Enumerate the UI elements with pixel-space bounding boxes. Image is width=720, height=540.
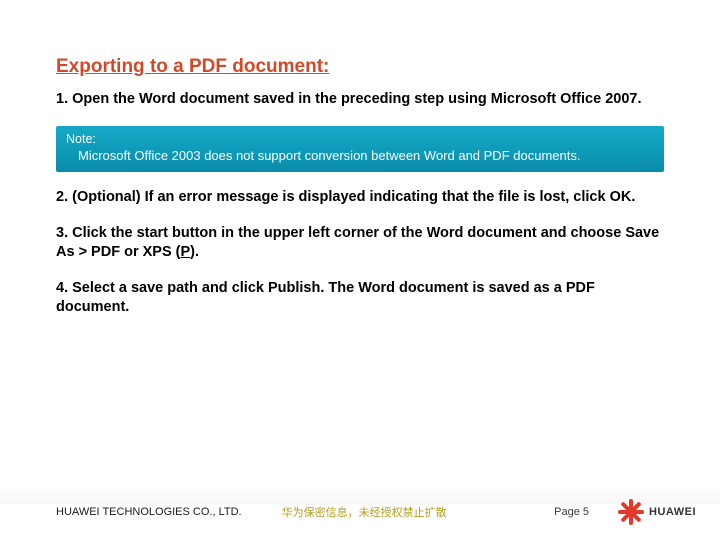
note-label: Note: — [66, 131, 654, 148]
step-1: 1. Open the Word document saved in the p… — [56, 90, 664, 110]
footer-page: Page 5 — [554, 506, 589, 518]
step-2-post: . — [631, 189, 635, 205]
note-box: Note: Microsoft Office 2003 does not sup… — [56, 126, 664, 172]
step-3-post: . — [195, 244, 199, 260]
huawei-icon — [617, 498, 645, 526]
step-4-text: 4. Select a save path and click — [56, 280, 268, 296]
step-2-ok: OK — [610, 189, 632, 205]
slide-title: Exporting to a PDF document: — [56, 56, 664, 78]
step-3-text: 3. Click the start button in the upper l… — [56, 225, 625, 241]
step-4-publish: Publish — [268, 280, 320, 296]
note-body: Microsoft Office 2003 does not support c… — [66, 147, 654, 165]
footer-confidential: 华为保密信息，未经授权禁止扩散 — [282, 504, 447, 520]
slide-footer: HUAWEI TECHNOLOGIES CO., LTD. 华为保密信息，未经授… — [0, 484, 720, 540]
step-2-text: 2. (Optional) If an error message is dis… — [56, 189, 610, 205]
step-2: 2. (Optional) If an error message is dis… — [56, 188, 664, 208]
step-3: 3. Click the start button in the upper l… — [56, 224, 664, 263]
footer-company: HUAWEI TECHNOLOGIES CO., LTD. — [56, 506, 242, 518]
brand-logo: HUAWEI — [617, 498, 696, 526]
brand-text: HUAWEI — [649, 506, 696, 518]
slide-content: Exporting to a PDF document: 1. Open the… — [0, 0, 720, 318]
step-4: 4. Select a save path and click Publish.… — [56, 279, 664, 318]
step-3-accel: P — [181, 244, 191, 260]
